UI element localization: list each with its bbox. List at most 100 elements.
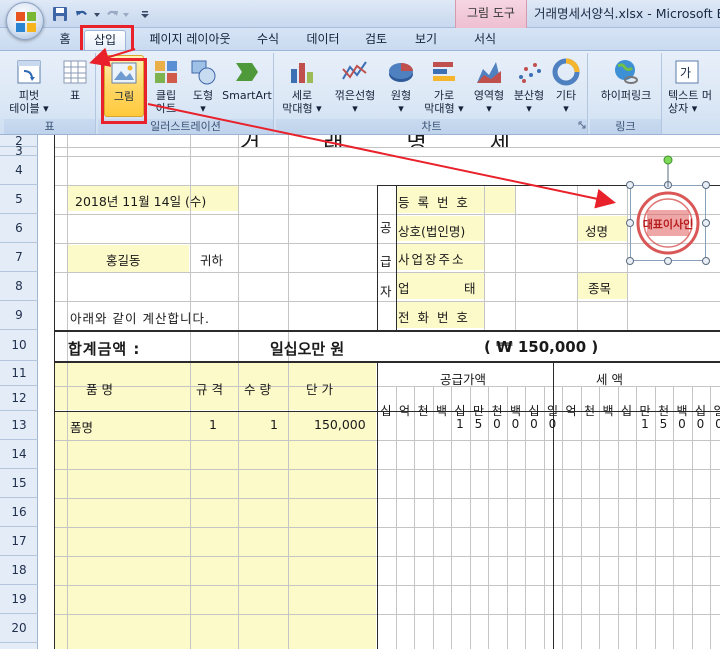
row-header-11[interactable]: 11 bbox=[0, 361, 38, 386]
pie-chart-button[interactable]: 원형 ▾ bbox=[384, 55, 418, 115]
hyperlink-button[interactable]: 하이퍼링크 bbox=[594, 55, 658, 102]
svg-text:대표이사인: 대표이사인 bbox=[643, 217, 694, 231]
supplier-label-3: 자 bbox=[380, 284, 392, 299]
save-icon[interactable] bbox=[52, 6, 68, 22]
header-supply-amount: 공급가액 bbox=[440, 372, 487, 387]
amount-digit: 0 bbox=[678, 417, 686, 431]
table-button[interactable]: 표 bbox=[58, 55, 92, 102]
row-header-16[interactable]: 16 bbox=[0, 498, 38, 527]
row-header-7[interactable]: 7 bbox=[0, 243, 38, 272]
resize-handle[interactable] bbox=[702, 181, 710, 189]
row-header-18[interactable]: 18 bbox=[0, 556, 38, 585]
supplier-label-2: 급 bbox=[380, 254, 392, 269]
pivot-table-icon bbox=[17, 60, 41, 84]
row12-item: 폼명 bbox=[70, 420, 94, 435]
tab-data[interactable]: 데이터 bbox=[300, 30, 346, 50]
column-chart-button[interactable]: 세로 막대형 ▾ bbox=[280, 55, 324, 115]
resize-handle[interactable] bbox=[626, 257, 634, 265]
tab-view[interactable]: 보기 bbox=[406, 30, 446, 50]
ribbon-group-text: 가 텍스트 머 상자 ▾ bbox=[664, 53, 720, 134]
clipart-button[interactable]: 클립 아트 bbox=[148, 55, 184, 115]
svg-text:가: 가 bbox=[680, 66, 691, 80]
bar-chart-icon bbox=[433, 62, 455, 81]
resize-handle[interactable] bbox=[664, 257, 672, 265]
row-header-5[interactable]: 5 bbox=[0, 185, 38, 214]
digit-header: 천 bbox=[417, 404, 429, 418]
other-charts-button[interactable]: 기타 ▾ bbox=[548, 55, 584, 115]
business-label-a: 업 bbox=[398, 281, 410, 296]
digit-header: 억 bbox=[565, 404, 577, 418]
redo-icon[interactable] bbox=[104, 6, 120, 22]
row-header-3[interactable]: 3 bbox=[0, 145, 38, 157]
row12-spec: 1 bbox=[209, 417, 217, 432]
undo-icon[interactable] bbox=[74, 6, 90, 22]
row-header-20[interactable]: 20 bbox=[0, 614, 38, 643]
other-charts-icon bbox=[552, 58, 580, 86]
undo-dropdown-icon[interactable] bbox=[93, 6, 101, 22]
row-header-10[interactable]: 10 bbox=[0, 330, 38, 361]
resize-handle[interactable] bbox=[702, 219, 710, 227]
company-label: 상호(법인명) bbox=[398, 224, 466, 239]
column-chart-icon bbox=[291, 63, 313, 83]
pie-chart-icon bbox=[389, 63, 413, 82]
rotate-handle-icon[interactable] bbox=[662, 155, 674, 187]
resize-handle[interactable] bbox=[702, 257, 710, 265]
ribbon-group-table: 피벗 테이블 ▾ 표 표 bbox=[4, 53, 96, 134]
globe-link-icon bbox=[615, 60, 638, 84]
stamp-picture[interactable]: 대표이사인 bbox=[630, 185, 706, 261]
row12-unit-price: 150,000 bbox=[314, 417, 366, 432]
office-button[interactable] bbox=[6, 2, 44, 40]
customize-qat-icon[interactable] bbox=[140, 6, 150, 22]
area-chart-button[interactable]: 영역형 ▾ bbox=[468, 55, 510, 115]
document-title: 거 래 명 세 서 bbox=[240, 135, 540, 147]
row-header-6[interactable]: 6 bbox=[0, 214, 38, 243]
smartart-icon bbox=[236, 63, 258, 81]
textbox-button[interactable]: 가 텍스트 머 상자 ▾ bbox=[668, 55, 720, 115]
pivot-table-button[interactable]: 피벗 테이블 ▾ bbox=[6, 55, 52, 115]
row-header-17[interactable]: 17 bbox=[0, 527, 38, 556]
row-header-4[interactable]: 4 bbox=[0, 156, 38, 185]
row-header-14[interactable]: 14 bbox=[0, 440, 38, 469]
reg-no-label: 등 록 번 호 bbox=[398, 195, 470, 210]
contextual-tab-picture-tools: 그림 도구 bbox=[455, 0, 527, 28]
group-label-table: 표 bbox=[4, 119, 95, 134]
area-chart-icon bbox=[477, 62, 501, 83]
dialog-launcher-icon[interactable] bbox=[578, 121, 586, 129]
row-header-13[interactable]: 13 bbox=[0, 411, 38, 440]
supplier-label-1: 공 bbox=[380, 220, 392, 235]
office-logo-icon bbox=[16, 12, 36, 32]
digit-header: 백 bbox=[602, 404, 614, 418]
line-chart-icon bbox=[342, 61, 367, 80]
redo-dropdown-icon[interactable] bbox=[122, 6, 130, 22]
amount-digit: 1 bbox=[641, 417, 649, 431]
header-qty: 수 량 bbox=[244, 382, 271, 397]
row-header-9[interactable]: 9 bbox=[0, 301, 38, 330]
resize-handle[interactable] bbox=[626, 181, 634, 189]
resize-handle[interactable] bbox=[626, 219, 634, 227]
row-header-8[interactable]: 8 bbox=[0, 272, 38, 301]
worksheet[interactable]: 234567891011121314151617181920 거 래 명 세 서… bbox=[0, 135, 720, 649]
tab-review[interactable]: 검토 bbox=[356, 30, 396, 50]
row-header-12[interactable]: 12 bbox=[0, 386, 38, 411]
tab-format[interactable]: 서식 bbox=[462, 30, 508, 50]
business-label-b: 태 bbox=[464, 281, 476, 296]
group-label-charts: 차트 bbox=[276, 119, 587, 134]
tab-home[interactable]: 홈 bbox=[52, 30, 78, 50]
tab-page-layout[interactable]: 페이지 레이아웃 bbox=[140, 30, 240, 50]
scatter-chart-button[interactable]: 분산형 ▾ bbox=[510, 55, 548, 115]
title-bar: 그림 도구 거래명세서양식.xlsx - Microsoft Excel bbox=[0, 0, 720, 28]
amount-digit: 5 bbox=[659, 417, 668, 431]
digit-header: 십 bbox=[380, 404, 392, 418]
line-chart-button[interactable]: 꺾은선형 ▾ bbox=[330, 55, 380, 115]
message-text: 아래와 같이 계산합니다. bbox=[70, 311, 210, 326]
shapes-button[interactable]: 도형 ▾ bbox=[186, 55, 220, 115]
item-label: 종목 bbox=[588, 281, 612, 296]
picture-button-highlight bbox=[101, 58, 147, 124]
row-header-15[interactable]: 15 bbox=[0, 469, 38, 498]
smartart-button[interactable]: SmartArt bbox=[222, 55, 272, 102]
bar-chart-button[interactable]: 가로 막대형 ▾ bbox=[420, 55, 468, 115]
textbox-icon: 가 bbox=[675, 60, 699, 84]
tab-formulas[interactable]: 수식 bbox=[248, 30, 288, 50]
row-header-19[interactable]: 19 bbox=[0, 585, 38, 614]
recipient-suffix: 귀하 bbox=[200, 253, 224, 268]
